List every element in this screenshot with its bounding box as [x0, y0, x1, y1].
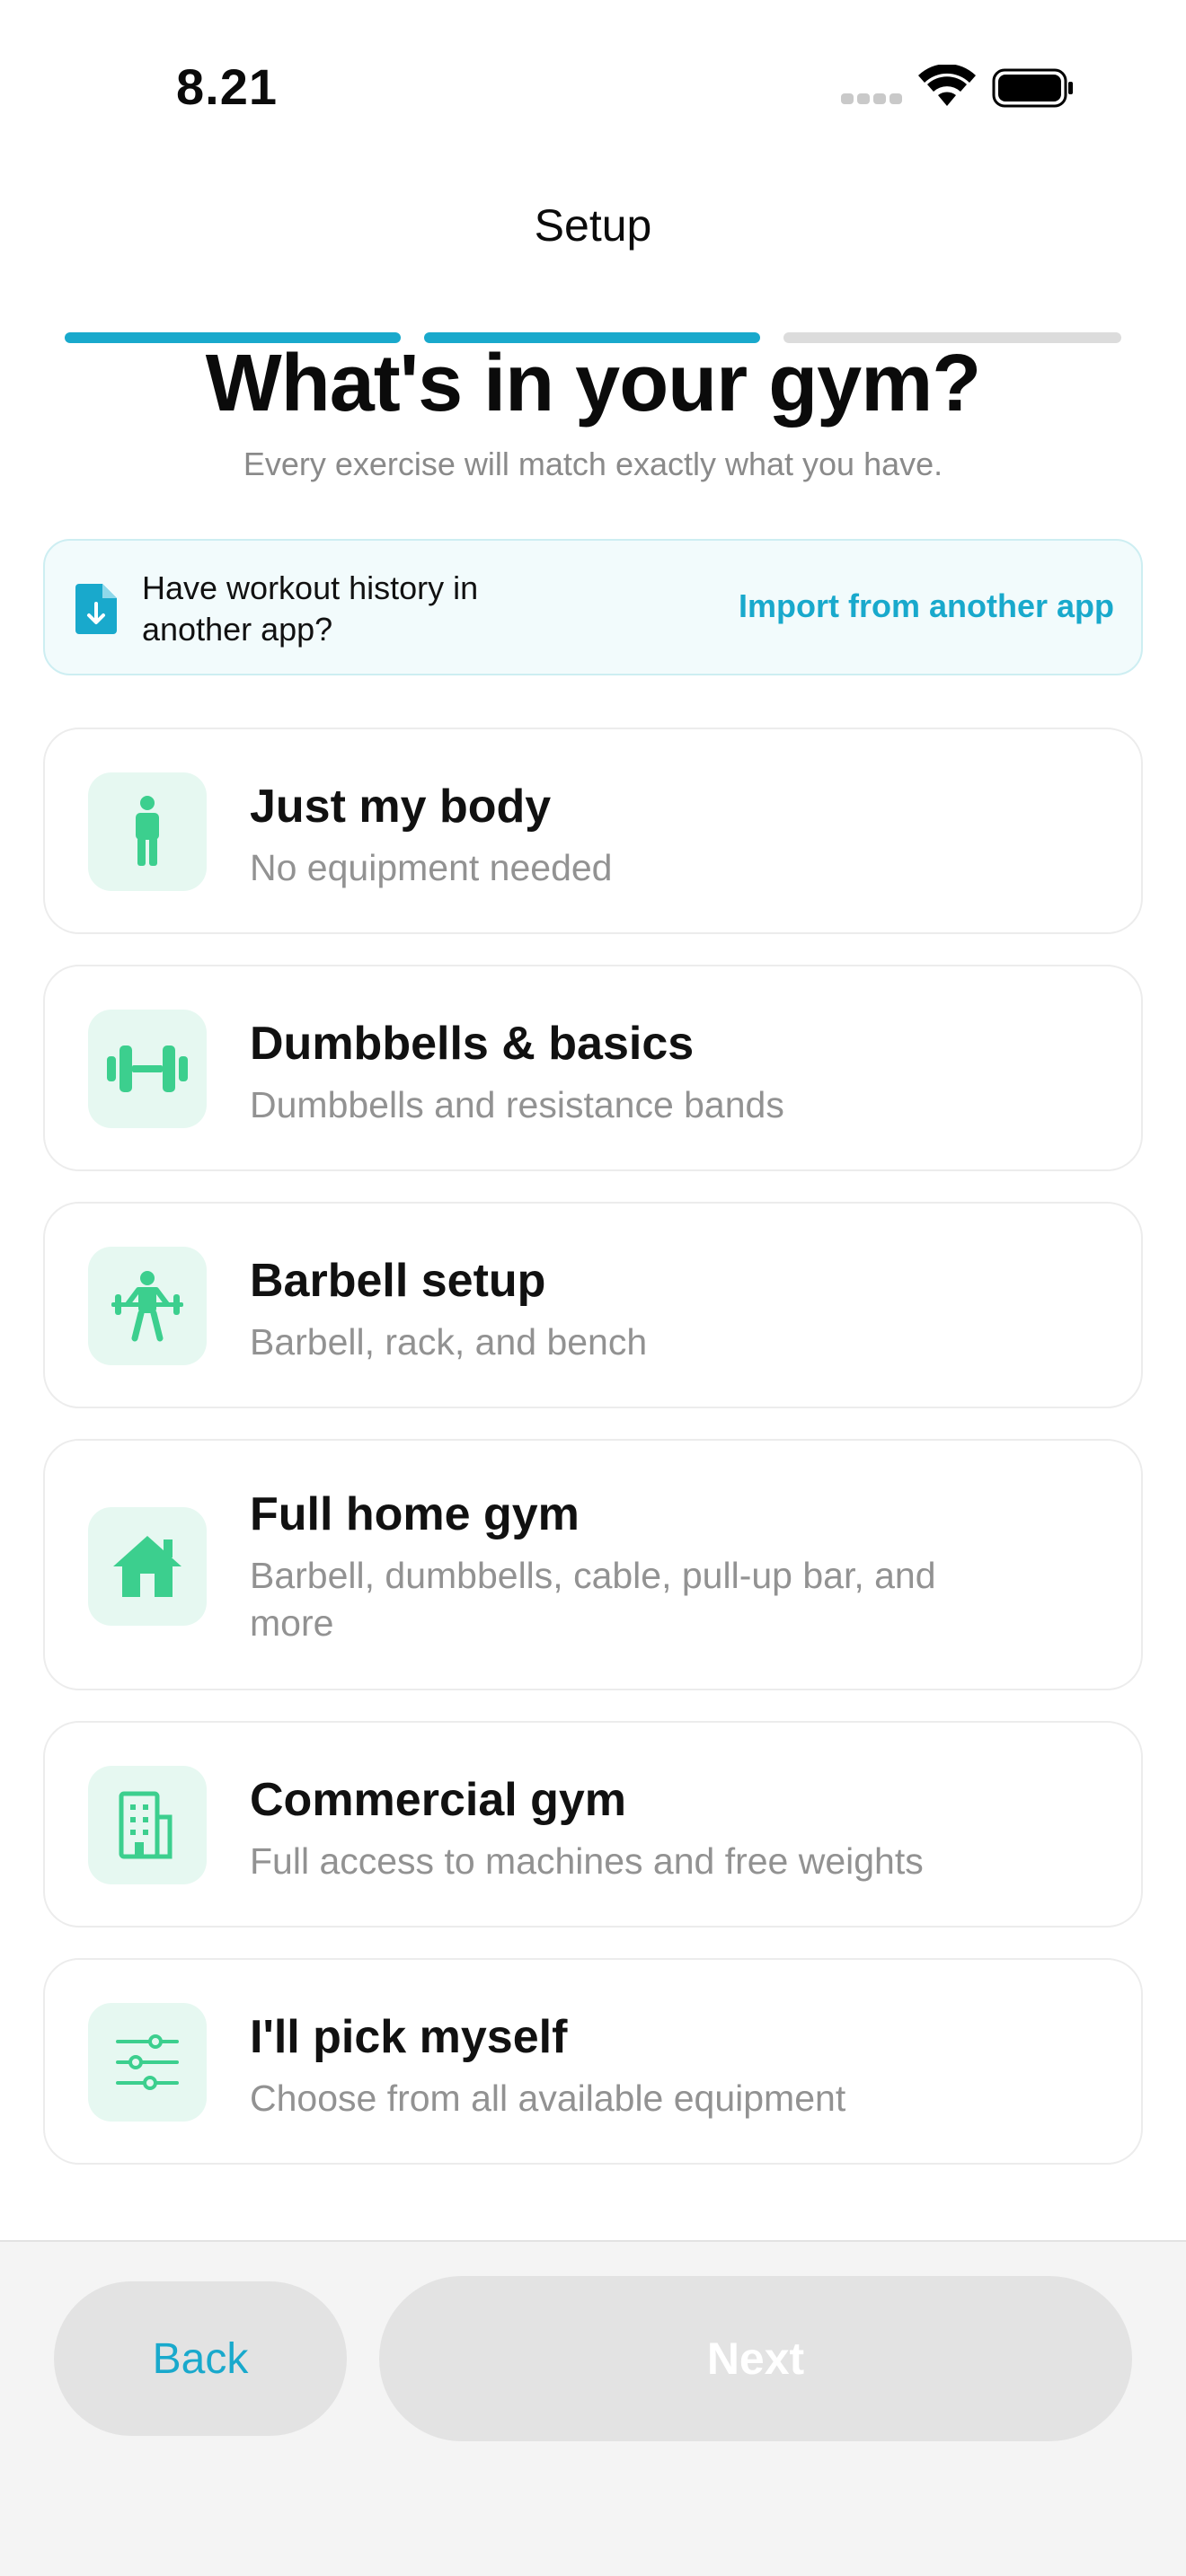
option-icon-container: [88, 2003, 207, 2122]
option-subtitle: Full access to machines and free weights: [250, 1840, 924, 1882]
screen-subheading: Every exercise will match exactly what y…: [243, 446, 943, 482]
option-just-my-body[interactable]: Just my body No equipment needed: [43, 728, 1143, 934]
option-icon-container: [88, 772, 207, 891]
option-title: Dumbbells & basics: [250, 1018, 695, 1070]
option-icon-container: [88, 1507, 207, 1626]
building-icon: [119, 1791, 173, 1859]
import-banner-text: Have workout history in another app?: [142, 569, 479, 648]
option-subtitle: Barbell, rack, and bench: [250, 1321, 648, 1363]
back-button[interactable]: Back: [54, 2281, 347, 2436]
battery-icon: [992, 68, 1073, 108]
page-title: Setup: [534, 200, 652, 251]
option-dumbbells-basics[interactable]: Dumbbells & basics Dumbbells and resista…: [43, 965, 1143, 1171]
option-title: Commercial gym: [250, 1774, 627, 1826]
option-commercial-gym[interactable]: Commercial gym Full access to machines a…: [43, 1721, 1143, 1928]
option-title: Full home gym: [250, 1488, 580, 1540]
import-from-another-app-link[interactable]: Import from another app: [739, 587, 1114, 625]
option-pick-myself[interactable]: I'll pick myself Choose from all availab…: [43, 1958, 1143, 2165]
option-icon-container: [88, 1010, 207, 1128]
option-subtitle: Dumbbells and resistance bands: [250, 1084, 784, 1125]
option-subtitle: Choose from all available equipment: [250, 2078, 846, 2119]
status-time: 8.21: [176, 58, 278, 115]
option-icon-container: [88, 1766, 207, 1884]
option-subtitle: No equipment needed: [250, 847, 613, 888]
cellular-signal-icon: [841, 93, 902, 106]
option-title: Barbell setup: [250, 1255, 546, 1307]
wifi-icon: [918, 65, 976, 106]
option-title: Just my body: [250, 781, 552, 833]
file-download-icon: [75, 584, 117, 634]
option-title: I'll pick myself: [250, 2011, 568, 2063]
home-icon: [113, 1536, 181, 1597]
status-bar: 8.21: [0, 0, 1186, 171]
dumbbell-icon: [107, 1045, 188, 1092]
next-button[interactable]: Next: [379, 2276, 1132, 2441]
option-icon-container: [88, 1247, 207, 1365]
screen-heading: What's in your gym?: [205, 339, 981, 428]
weightlifter-icon: [111, 1271, 183, 1342]
person-icon: [136, 796, 159, 866]
footer-bar: Back Next: [0, 2240, 1186, 2576]
option-barbell-setup[interactable]: Barbell setup Barbell, rack, and bench: [43, 1202, 1143, 1408]
option-subtitle: Barbell, dumbbells, cable, pull-up bar, …: [250, 1555, 936, 1644]
import-banner: Have workout history in another app? Imp…: [43, 539, 1143, 675]
sliders-icon: [116, 2034, 179, 2090]
option-full-home-gym[interactable]: Full home gym Barbell, dumbbells, cable,…: [43, 1439, 1143, 1690]
